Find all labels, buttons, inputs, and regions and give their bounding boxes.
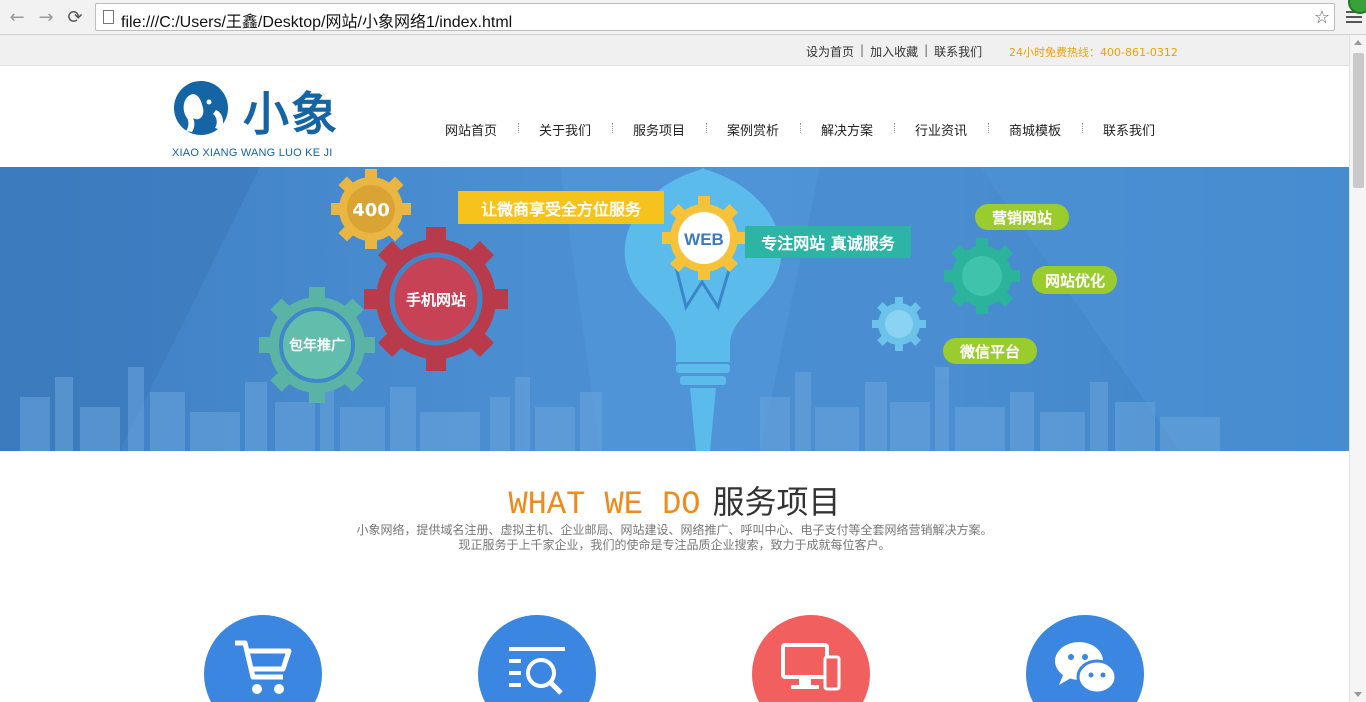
nav-item-cases[interactable]: 案例赏析 [706,120,800,139]
services-desc-line1: 小象网络，提供域名注册、虚拟主机、企业邮局、网站建设、网络推广、呼叫中心、电子支… [356,523,993,537]
elephant-icon [174,81,228,135]
page-scrollbar[interactable] [1349,35,1366,702]
hotline-text: 24小时免费热线：400-861-0312 [1009,46,1178,59]
web-page: 设为首页 | 加入收藏 | 联系我们 24小时免费热线：400-861-0312… [0,35,1349,702]
cart-icon [235,640,292,694]
services-heading: WHAT WE DO 服务项目 [0,477,1349,523]
arrow-right-icon: → [38,6,54,28]
nav-item-templates[interactable]: 商城模板 [988,120,1082,139]
nav-item-solutions[interactable]: 解决方案 [800,120,894,139]
tag-wechat: 微信平台 [959,343,1020,361]
set-homepage-link[interactable]: 设为首页 [806,43,854,60]
forward-button[interactable]: → [35,6,57,28]
page-icon [103,10,114,24]
nav-item-contact[interactable]: 联系我们 [1082,120,1176,139]
tag-seo: 网站优化 [1045,272,1105,290]
gear-mobile-label: 手机网站 [406,291,466,309]
nav-item-about[interactable]: 关于我们 [518,120,612,139]
nav-item-services[interactable]: 服务项目 [612,120,706,139]
address-bar[interactable]: file:///C:/Users/王鑫/Desktop/网站/小象网络1/ind… [95,3,1335,31]
services-title-cn: 服务项目 [712,483,841,521]
brand-name: 小象 [243,87,339,141]
devices-icon [781,643,841,691]
browser-toolbar: ← → ⟳ file:///C:/Users/王鑫/Desktop/网站/小象网… [0,0,1366,35]
service-seo[interactable] [478,615,596,702]
nav-item-news[interactable]: 行业资讯 [894,120,988,139]
back-button[interactable]: ← [6,6,28,28]
brand-english: XIAO XIANG WANG LUO KE JI [172,147,333,159]
main-nav: 网站首页 关于我们 服务项目 案例赏析 解决方案 行业资讯 商城模板 联系我们 [424,120,1176,139]
service-wechat[interactable] [1026,615,1144,702]
services-desc-line2: 现正服务于上千家企业，我们的使命是专注品质企业搜索，致力于成就每位客户。 [458,538,891,552]
tag-marketing: 营销网站 [992,209,1052,227]
contact-link[interactable]: 联系我们 [934,43,982,60]
scroll-thumb[interactable] [1353,53,1364,188]
star-icon[interactable]: ☆ [1314,7,1330,28]
reload-button[interactable]: ⟳ [64,6,86,28]
nav-item-home[interactable]: 网站首页 [424,120,518,139]
add-favorite-link[interactable]: 加入收藏 [870,43,918,60]
service-devices[interactable] [752,615,870,702]
site-logo[interactable]: 小象 XIAO XIANG WANG LUO KE JI [171,78,351,159]
url-text[interactable]: file:///C:/Users/王鑫/Desktop/网站/小象网络1/ind… [121,8,512,32]
gear-promo-label: 包年推广 [289,337,345,354]
banner-slogan-mid: 专注网站 真诚服务 [761,234,896,253]
banner-illustration: WEB 400 手机网站 包年推广 让微商享受全方位服务 专注网站 真诚服务 营… [0,167,1349,451]
arrow-left-icon: ← [9,6,25,28]
top-utility-bar: 设为首页 | 加入收藏 | 联系我们 24小时免费热线：400-861-0312 [0,35,1349,66]
gear-400-label: 400 [352,200,390,221]
web-gear-label: WEB [684,230,724,249]
services-section: WHAT WE DO 服务项目 小象网络，提供域名注册、虚拟主机、企业邮局、网站建… [0,451,1349,702]
service-cart[interactable] [204,615,322,702]
scroll-up-arrow[interactable] [1354,40,1362,45]
site-header: 小象 XIAO XIANG WANG LUO KE JI 网站首页 关于我们 服… [0,66,1349,167]
services-title-en: WHAT WE DO [508,486,701,523]
search-document-icon [509,647,565,695]
services-description: 小象网络，提供域名注册、虚拟主机、企业邮局、网站建设、网络推广、呼叫中心、电子支… [0,523,1349,553]
banner-slogan-top: 让微商享受全方位服务 [481,200,642,219]
chat-icon [1055,642,1117,695]
reload-icon: ⟳ [67,6,83,28]
scroll-down-arrow[interactable] [1354,692,1362,697]
hero-banner[interactable]: WEB 400 手机网站 包年推广 让微商享受全方位服务 专注网站 真诚服务 营… [0,167,1349,451]
